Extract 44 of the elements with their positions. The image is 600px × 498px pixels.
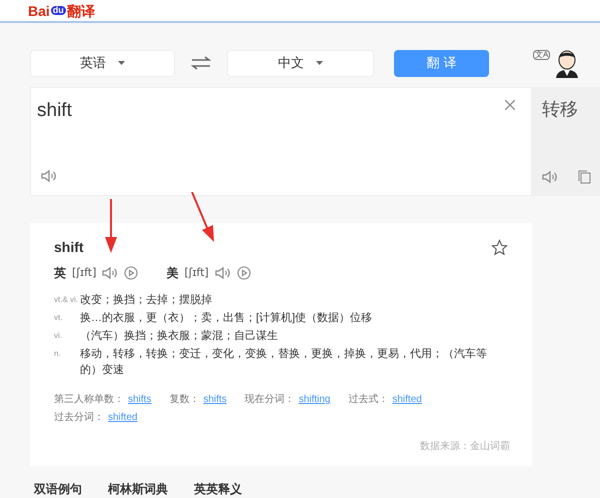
speaker-icon[interactable] [41,169,57,183]
caret-icon [118,61,125,65]
swap-icon[interactable] [191,56,211,70]
part-of-speech: n. [54,348,62,360]
result-tab[interactable]: 柯林斯词典 [108,480,168,498]
definition-text: 换…的衣服，更（衣）；卖，出售；[计算机]使（数据）位移 [80,310,374,326]
annotation-arrow [190,192,216,242]
speaker-icon[interactable] [102,266,118,280]
data-source-text: 数据来源：金山词霸 [420,440,510,454]
play-icon[interactable] [124,266,138,280]
accent-label: 美 [166,265,178,282]
definition-text: 移动，转移，转换；变迁，变化，变换，替换，更换，掉换，更易，代用；（汽车等的）变速 [80,346,488,378]
form-label: 现在分词： [244,393,295,407]
part-of-speech: vt. [54,312,64,324]
play-icon[interactable] [236,266,251,280]
phonetic-text: [ʃɪft] [72,264,96,281]
accent-label: 英 [54,265,66,282]
speaker-icon[interactable] [542,170,558,184]
phonetic-text: [ʃɪft] [184,264,209,281]
input-text: shift [37,99,72,123]
output-text: 转移 [542,98,579,121]
copy-icon[interactable] [578,170,591,184]
source-text-area[interactable]: shift [30,87,532,196]
part-of-speech: vt.& vi. [54,294,80,306]
star-icon[interactable] [491,239,508,256]
dictionary-word: shift [54,238,84,257]
form-label: 第三人称单数： [54,392,124,407]
form-label: 过去分词： [54,410,104,425]
definition-text: 改变；换挡；去掉；摆脱掉 [80,292,213,308]
close-icon[interactable] [505,100,515,110]
part-of-speech: vi. [54,330,63,342]
source-language-select[interactable]: 英语 [30,50,175,76]
definition-text: （汽车）换挡；换衣服；蒙混；自己谋生 [80,328,279,344]
annotation-arrow [104,199,118,253]
avatar-icon[interactable] [554,48,580,78]
speaker-icon[interactable] [214,266,231,280]
result-tab[interactable]: 英英释义 [194,480,242,498]
caret-icon [316,61,323,65]
form-label: 过去式： [348,392,388,407]
logo[interactable]: Bai du 翻译 [28,4,95,18]
form-label: 复数： [169,393,200,407]
language-icon[interactable]: 文A [533,50,550,60]
result-tab[interactable]: 双语例句 [34,480,82,498]
target-language-select[interactable]: 中文 [227,50,374,76]
